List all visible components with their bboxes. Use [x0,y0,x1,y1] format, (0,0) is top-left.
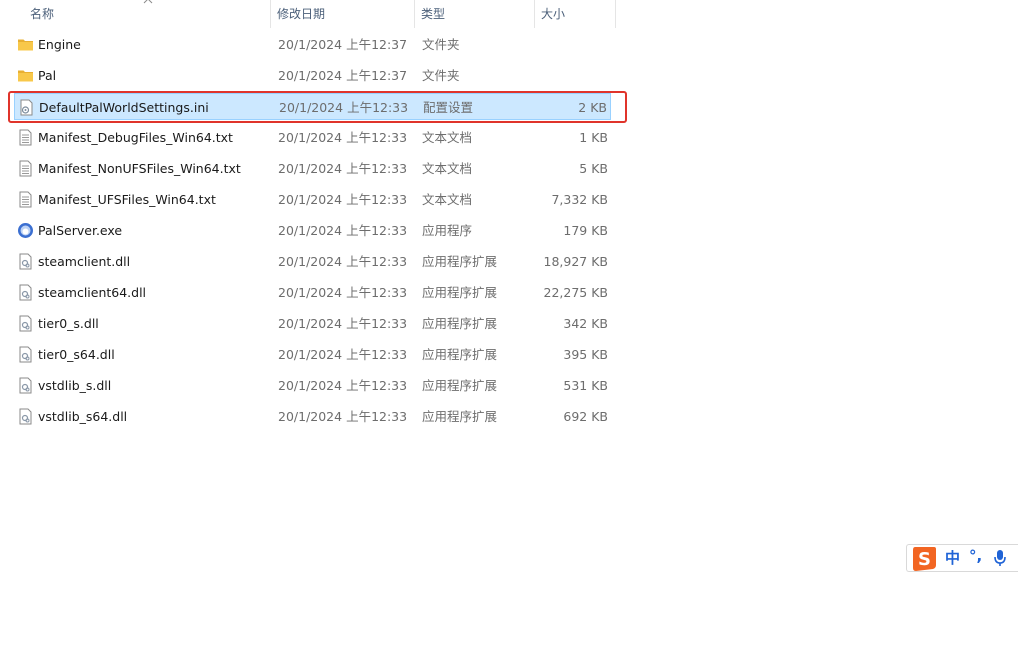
file-type: 应用程序扩展 [422,378,498,393]
column-header-type[interactable]: 类型 [415,0,535,28]
column-header-modified[interactable]: 修改日期 [271,0,415,28]
file-name: Manifest_UFSFiles_Win64.txt [38,192,216,207]
file-size: 531 KB [563,378,608,393]
file-type: 应用程序扩展 [422,316,498,331]
file-row[interactable]: tier0_s64.dll 20/1/2024 上午12:33 应用程序扩展 395 … [14,341,611,368]
text-file-icon [17,160,34,177]
config-file-icon [18,99,35,116]
file-row[interactable]: steamclient64.dll 20/1/2024 上午12:33 应用程序扩展… [14,279,611,306]
file-name: Engine [38,37,81,52]
file-name: vstdlib_s64.dll [38,409,128,424]
column-header-size[interactable]: 大小 [535,0,616,28]
file-size: 1 KB [579,130,608,145]
file-size: 692 KB [563,409,608,424]
file-name: vstdlib_s.dll [38,378,112,393]
app-exe-icon [17,222,34,239]
file-type: 文本文档 [422,161,473,176]
file-type: 文本文档 [422,130,473,145]
file-name: DefaultPalWorldSettings.ini [39,100,209,115]
file-modified-date: 20/1/2024 上午12:33 [278,409,408,424]
file-name: Manifest_DebugFiles_Win64.txt [38,130,233,145]
file-row[interactable]: Manifest_UFSFiles_Win64.txt 20/1/2024 上午1… [14,186,611,213]
file-row[interactable]: Manifest_DebugFiles_Win64.txt 20/1/2024 上… [14,124,611,151]
svg-text:S: S [918,549,931,570]
file-type: 配置设置 [423,100,474,115]
file-type: 应用程序扩展 [422,409,498,424]
file-type: 应用程序 [422,223,473,238]
ime-mode-chinese[interactable]: 中 [945,548,960,568]
file-row[interactable]: Pal 20/1/2024 上午12:37 文件夹 [14,62,611,89]
file-size: 179 KB [563,223,608,238]
dll-file-icon [17,253,34,270]
folder-icon [17,36,34,53]
file-modified-date: 20/1/2024 上午12:33 [278,378,408,393]
ime-toolbar[interactable]: S 中 °, [906,544,1018,572]
file-type: 文本文档 [422,192,473,207]
file-name: steamclient.dll [38,254,131,269]
file-row[interactable]: PalServer.exe 20/1/2024 上午12:33 应用程序 179 KB [14,217,611,244]
file-type: 应用程序扩展 [422,254,498,269]
file-modified-date: 20/1/2024 上午12:33 [278,223,408,238]
dll-file-icon [17,377,34,394]
file-modified-date: 20/1/2024 上午12:33 [278,316,408,331]
file-name: steamclient64.dll [38,285,147,300]
file-modified-date: 20/1/2024 上午12:33 [278,347,408,362]
file-modified-date: 20/1/2024 上午12:33 [279,100,409,115]
file-modified-date: 20/1/2024 上午12:33 [278,285,408,300]
text-file-icon [17,129,34,146]
file-row[interactable]: vstdlib_s64.dll 20/1/2024 上午12:33 应用程序扩展 69… [14,403,611,430]
file-type: 文件夹 [422,37,460,52]
file-size: 395 KB [563,347,608,362]
file-size: 342 KB [563,316,608,331]
microphone-icon[interactable] [993,549,1007,567]
folder-icon [17,67,34,84]
file-row[interactable]: Engine 20/1/2024 上午12:37 文件夹 [14,31,611,58]
file-size: 22,275 KB [543,285,608,300]
file-name: Manifest_NonUFSFiles_Win64.txt [38,161,241,176]
file-modified-date: 20/1/2024 上午12:33 [278,192,408,207]
column-header-name[interactable]: 名称 [24,0,271,28]
file-type: 文件夹 [422,68,460,83]
file-type: 应用程序扩展 [422,285,498,300]
dll-file-icon [17,284,34,301]
file-name: tier0_s.dll [38,316,99,331]
file-size: 7,332 KB [551,192,608,207]
dll-file-icon [17,315,34,332]
file-name: tier0_s64.dll [38,347,115,362]
file-type: 应用程序扩展 [422,347,498,362]
file-row[interactable]: Manifest_NonUFSFiles_Win64.txt 20/1/2024 … [14,155,611,182]
file-row[interactable]: tier0_s.dll 20/1/2024 上午12:33 应用程序扩展 342 KB [14,310,611,337]
file-size: 5 KB [579,161,608,176]
text-file-icon [17,191,34,208]
file-modified-date: 20/1/2024 上午12:33 [278,130,408,145]
file-modified-date: 20/1/2024 上午12:33 [278,254,408,269]
column-header-bar: 名称 修改日期 类型 大小 [0,0,616,28]
ime-punctuation-toggle[interactable]: °, [969,546,982,566]
dll-file-icon [17,346,34,363]
file-modified-date: 20/1/2024 上午12:37 [278,68,408,83]
file-explorer: 名称 修改日期 类型 大小 Engine 20/1/2024 上午12:37 文件夹… [0,0,1018,670]
file-row[interactable]: steamclient.dll 20/1/2024 上午12:33 应用程序扩展 18… [14,248,611,275]
file-name: Pal [38,68,57,83]
file-modified-date: 20/1/2024 上午12:33 [278,161,408,176]
file-size: 18,927 KB [543,254,608,269]
file-row[interactable]: vstdlib_s.dll 20/1/2024 上午12:33 应用程序扩展 531 … [14,372,611,399]
file-size: 2 KB [578,100,607,115]
dll-file-icon [17,408,34,425]
file-modified-date: 20/1/2024 上午12:37 [278,37,408,52]
file-name: PalServer.exe [38,223,123,238]
sogou-s-icon[interactable]: S [909,543,939,573]
file-row[interactable]: DefaultPalWorldSettings.ini 20/1/2024 上午1… [14,93,611,120]
